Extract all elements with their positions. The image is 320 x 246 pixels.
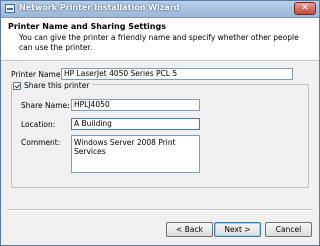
back-button[interactable]: < Back [166,222,213,237]
share-name-field[interactable]: HPLJ4050 [71,99,200,111]
comment-label: Comment: [21,138,61,147]
page-title: Printer Name and Sharing Settings [8,22,166,31]
comment-textarea[interactable]: Windows Server 2008 Print Services [71,135,200,173]
page-description: You can give the printer a friendly name… [19,33,299,52]
wizard-header: Printer Name and Sharing Settings You ca… [1,18,319,61]
window-title: Network Printer Installation Wizard [19,3,180,12]
title-bar[interactable]: Network Printer Installation Wizard ✕ [1,1,319,18]
share-name-label: Share Name: [21,101,70,110]
printer-name-field[interactable]: HP LaserJet 4050 Series PCL 5 [61,68,293,80]
wizard-window: Network Printer Installation Wizard ✕ Pr… [0,0,320,246]
location-field[interactable]: A Building [71,118,200,130]
location-label: Location: [21,120,56,129]
share-checkbox[interactable] [13,81,21,90]
share-checkbox-row[interactable]: Share this printer [13,81,93,90]
next-button[interactable]: Next > [214,222,261,237]
share-checkbox-label: Share this printer [24,81,90,90]
printer-name-label: Printer Name: [11,70,63,79]
cancel-button[interactable]: Cancel [265,222,312,237]
close-button[interactable]: ✕ [294,2,316,15]
footer-divider [7,209,313,211]
printer-icon [5,4,15,13]
